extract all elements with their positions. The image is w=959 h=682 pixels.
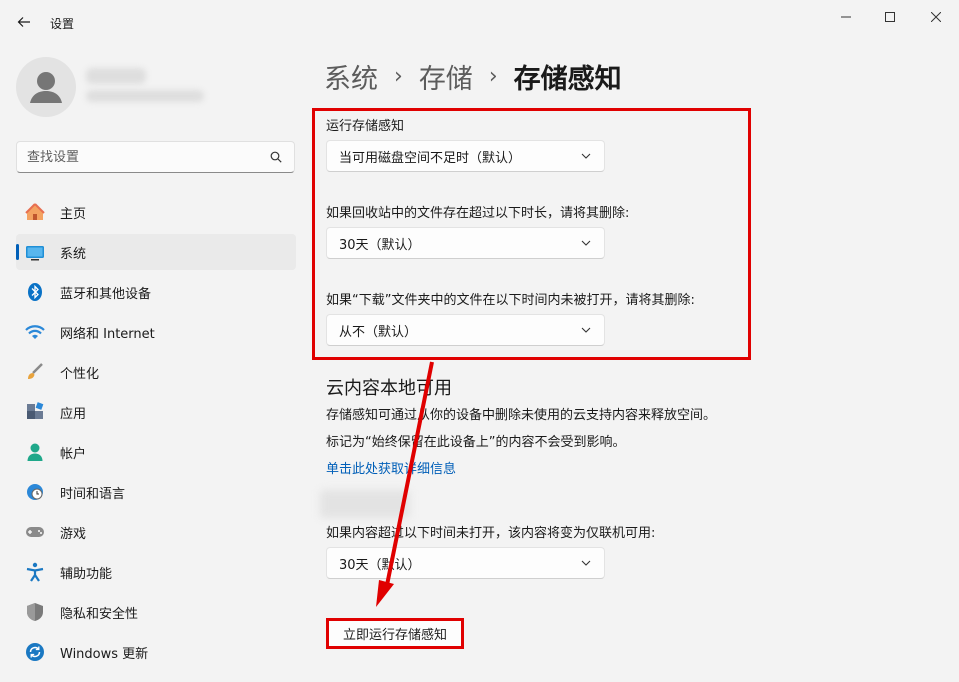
account-icon xyxy=(24,441,46,463)
breadcrumb-storage[interactable]: 存储 xyxy=(419,57,473,96)
sidebar-item-label: 辅助功能 xyxy=(60,566,113,582)
minimize-icon xyxy=(841,16,851,18)
downloads-label: 如果“下载”文件夹中的文件在以下时间内未被打开，请将其删除: xyxy=(326,293,695,308)
title-bar: 设置 xyxy=(0,0,959,44)
sidebar-item-system[interactable]: 系统 xyxy=(16,234,296,270)
sidebar-item-accounts[interactable]: 帐户 xyxy=(16,434,296,470)
chevron-down-icon xyxy=(580,237,592,249)
sidebar-item-windows-update[interactable]: Windows 更新 xyxy=(16,634,296,670)
recycle-bin-dropdown[interactable]: 30天（默认） xyxy=(326,227,605,259)
maximize-button[interactable] xyxy=(876,6,904,28)
maximize-icon xyxy=(885,12,895,22)
monitor-icon xyxy=(24,241,46,263)
sidebar-item-label: 网络和 Internet xyxy=(60,326,155,342)
shield-icon xyxy=(24,601,46,623)
dropdown-value: 当可用磁盘空间不足时（默认） xyxy=(339,150,522,166)
close-button[interactable] xyxy=(922,6,950,28)
dropdown-value: 从不（默认） xyxy=(339,324,418,340)
sidebar-item-personalization[interactable]: 个性化 xyxy=(16,354,296,390)
sidebar-item-time-language[interactable]: 时间和语言 xyxy=(16,474,296,510)
chevron-down-icon xyxy=(580,150,592,162)
arrow-left-icon xyxy=(17,17,30,27)
sidebar-item-label: Windows 更新 xyxy=(60,646,149,662)
chevron-down-icon xyxy=(580,557,592,569)
breadcrumb-system[interactable]: 系统 xyxy=(324,57,378,96)
apps-icon xyxy=(24,401,46,423)
learn-more-link[interactable]: 单击此处获取详细信息 xyxy=(326,458,456,477)
page-title: 存储感知 xyxy=(513,63,622,95)
cloud-description-1: 存储感知可通过从你的设备中删除未使用的云支持内容来释放空间。 xyxy=(326,408,717,423)
search-input[interactable] xyxy=(27,149,268,165)
paintbrush-icon xyxy=(24,361,46,383)
settings-window: 设置 主页 xyxy=(0,0,959,682)
sidebar-item-label: 时间和语言 xyxy=(60,486,126,502)
bluetooth-icon xyxy=(24,281,46,303)
recycle-bin-label: 如果回收站中的文件存在超过以下时长，请将其删除: xyxy=(326,206,630,221)
dropdown-value: 30天（默认） xyxy=(339,237,421,253)
sidebar-item-apps[interactable]: 应用 xyxy=(16,394,296,430)
user-icon xyxy=(30,72,62,103)
sidebar-item-label: 系统 xyxy=(60,246,87,262)
back-button[interactable] xyxy=(12,10,36,34)
run-storage-sense-dropdown[interactable]: 当可用磁盘空间不足时（默认） xyxy=(326,140,605,172)
dropdown-value: 30天（默认） xyxy=(339,557,421,573)
sidebar-item-home[interactable]: 主页 xyxy=(16,194,296,230)
sidebar-item-accessibility[interactable]: 辅助功能 xyxy=(16,554,296,590)
sidebar-item-label: 隐私和安全性 xyxy=(60,606,139,622)
offline-label: 如果内容超过以下时间未打开，该内容将变为仅联机可用: xyxy=(326,526,656,541)
downloads-dropdown[interactable]: 从不（默认） xyxy=(326,314,605,346)
sidebar-nav: 主页 系统 蓝牙和其他设备 网络和 Internet 个性化 应用 帐户 时间和… xyxy=(16,194,296,674)
sidebar-item-gaming[interactable]: 游戏 xyxy=(16,514,296,550)
minimize-button[interactable] xyxy=(832,6,860,28)
chevron-right-icon: › xyxy=(394,63,403,89)
sidebar-item-bluetooth[interactable]: 蓝牙和其他设备 xyxy=(16,274,296,310)
app-title: 设置 xyxy=(50,17,75,31)
cloud-description-2: 标记为“始终保留在此设备上”的内容不会受到影响。 xyxy=(326,435,626,450)
run-storage-sense-label: 运行存储感知 xyxy=(326,119,405,134)
wifi-icon xyxy=(24,321,46,343)
sidebar-item-label: 应用 xyxy=(60,406,87,422)
accessibility-icon xyxy=(24,561,46,583)
globe-clock-icon xyxy=(24,481,46,503)
sidebar-item-label: 蓝牙和其他设备 xyxy=(60,286,152,302)
sidebar-item-network[interactable]: 网络和 Internet xyxy=(16,314,296,350)
avatar[interactable] xyxy=(16,57,76,117)
sidebar-item-label: 帐户 xyxy=(60,446,87,462)
offline-dropdown[interactable]: 30天（默认） xyxy=(326,547,605,579)
profile-info-redacted xyxy=(86,64,208,108)
chevron-down-icon xyxy=(580,324,592,336)
close-icon xyxy=(931,12,941,22)
sidebar-item-label: 个性化 xyxy=(60,366,100,382)
chevron-right-icon: › xyxy=(488,63,498,89)
button-label: 立即运行存储感知 xyxy=(342,628,447,643)
home-icon xyxy=(24,201,46,223)
breadcrumb: 系统 › 存储 › 存储感知 xyxy=(324,56,622,96)
cloud-section-title: 云内容本地可用 xyxy=(326,378,452,399)
search-box[interactable] xyxy=(16,141,295,173)
update-icon xyxy=(24,641,46,663)
run-storage-sense-now-button[interactable]: 立即运行存储感知 xyxy=(326,618,464,649)
gamepad-icon xyxy=(24,521,46,543)
sidebar-item-label: 主页 xyxy=(60,206,87,222)
sidebar-item-privacy[interactable]: 隐私和安全性 xyxy=(16,594,296,630)
account-name-redacted xyxy=(320,490,410,518)
search-icon[interactable] xyxy=(268,149,284,165)
sidebar-item-label: 游戏 xyxy=(60,526,87,542)
